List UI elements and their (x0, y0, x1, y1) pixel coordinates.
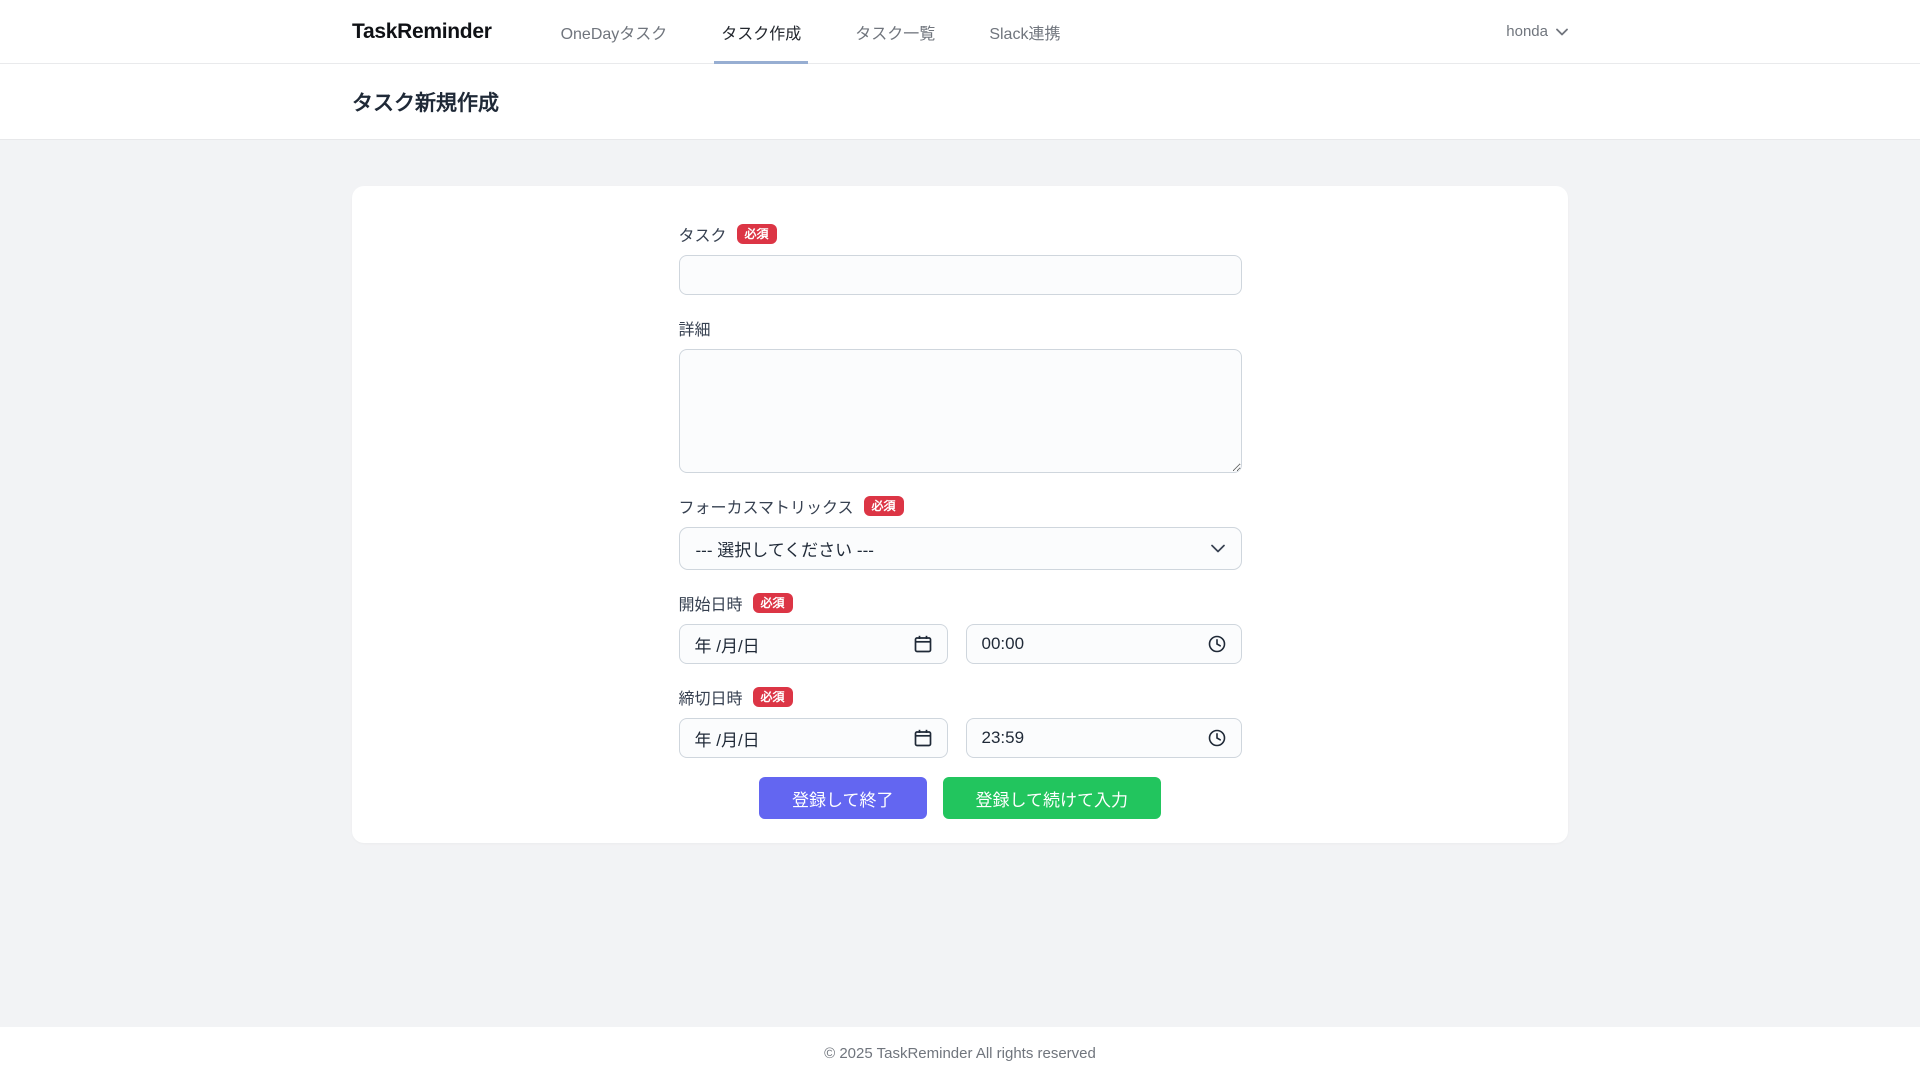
submit-and-continue-button[interactable]: 登録して続けて入力 (943, 777, 1162, 819)
main-content: タスク 必須 詳細 フォーカスマトリックス 必須 --- 選択してく (0, 140, 1920, 1027)
main-nav: OneDayタスク タスク作成 タスク一覧 Slack連携 (554, 0, 1108, 64)
page-title-band: タスク新規作成 (0, 64, 1920, 140)
focus-matrix-selected-option: --- 選択してください --- (696, 536, 874, 561)
deadline-date-input[interactable]: 年 /月/日 (679, 718, 948, 758)
field-deadline-datetime: 締切日時 必須 年 /月/日 23:59 (679, 685, 1242, 758)
start-date-placeholder: 年 /月/日 (695, 632, 760, 657)
start-time-input[interactable]: 00:00 (966, 624, 1242, 664)
nav-item-task-create[interactable]: タスク作成 (714, 0, 808, 64)
calendar-icon[interactable] (914, 635, 932, 653)
field-start-datetime: 開始日時 必須 年 /月/日 00:00 (679, 591, 1242, 664)
deadline-date-placeholder: 年 /月/日 (695, 726, 760, 751)
required-badge: 必須 (737, 224, 777, 244)
form-actions: 登録して終了 登録して続けて入力 (679, 777, 1242, 819)
task-input[interactable] (679, 255, 1242, 295)
user-menu[interactable]: honda (1506, 23, 1568, 40)
deadline-time-input[interactable]: 23:59 (966, 718, 1242, 758)
required-badge: 必須 (864, 496, 904, 516)
nav-item-task-list[interactable]: タスク一覧 (848, 0, 942, 64)
field-task: タスク 必須 (679, 222, 1242, 295)
required-badge: 必須 (753, 687, 793, 707)
clock-icon[interactable] (1208, 635, 1226, 653)
app-footer: © 2025 TaskReminder All rights reserved (0, 1027, 1920, 1080)
deadline-datetime-label: 締切日時 (679, 685, 743, 709)
field-focus-matrix: フォーカスマトリックス 必須 --- 選択してください --- (679, 494, 1242, 570)
detail-textarea[interactable] (679, 349, 1242, 473)
chevron-down-icon (1211, 544, 1225, 553)
app-header: TaskReminder OneDayタスク タスク作成 タスク一覧 Slack… (0, 0, 1920, 64)
calendar-icon[interactable] (914, 729, 932, 747)
submit-and-finish-button[interactable]: 登録して終了 (759, 777, 927, 819)
task-form: タスク 必須 詳細 フォーカスマトリックス 必須 --- 選択してく (679, 222, 1242, 819)
field-detail: 詳細 (679, 316, 1242, 473)
focus-matrix-label: フォーカスマトリックス (679, 494, 854, 518)
nav-item-oneday-task[interactable]: OneDayタスク (554, 0, 675, 64)
user-name: honda (1506, 23, 1548, 40)
clock-icon[interactable] (1208, 729, 1226, 747)
start-time-value: 00:00 (982, 634, 1025, 654)
task-form-card: タスク 必須 詳細 フォーカスマトリックス 必須 --- 選択してく (352, 186, 1568, 843)
detail-label: 詳細 (679, 316, 711, 340)
brand-logo[interactable]: TaskReminder (352, 20, 492, 44)
focus-matrix-select[interactable]: --- 選択してください --- (679, 527, 1242, 570)
start-datetime-label: 開始日時 (679, 591, 743, 615)
copyright-text: © 2025 TaskReminder All rights reserved (824, 1045, 1096, 1062)
page-title: タスク新規作成 (352, 87, 1568, 117)
chevron-down-icon (1556, 28, 1568, 36)
nav-item-slack-integration[interactable]: Slack連携 (982, 0, 1067, 64)
deadline-time-value: 23:59 (982, 728, 1025, 748)
required-badge: 必須 (753, 593, 793, 613)
task-label: タスク (679, 222, 727, 246)
start-date-input[interactable]: 年 /月/日 (679, 624, 948, 664)
